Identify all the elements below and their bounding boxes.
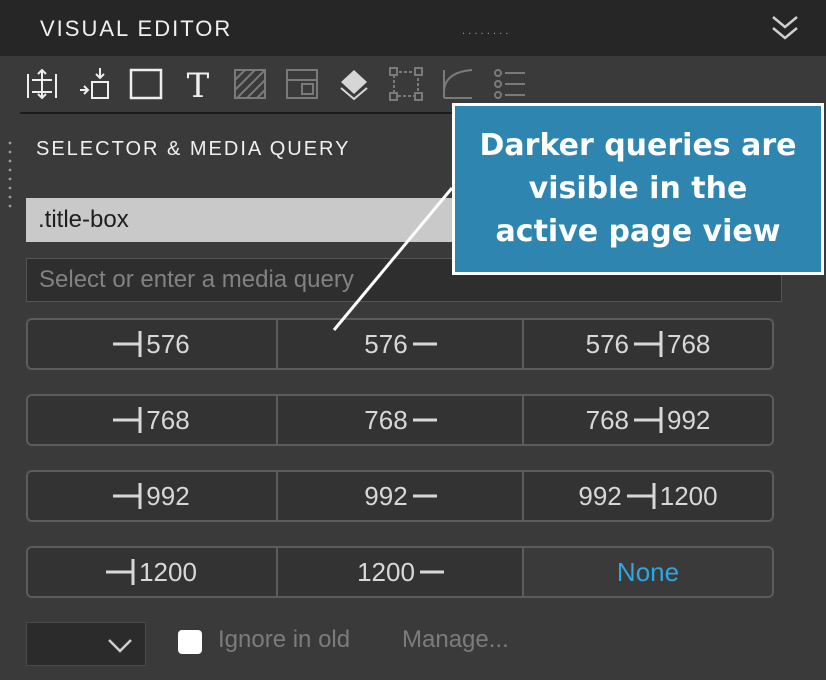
query-row: 576 576 576 768 [26,318,774,370]
range-query-button[interactable]: 992 1200 [524,472,772,520]
query-row: 992 992 992 1200 [26,470,774,522]
callout-text: Darker queries are visible in the active… [479,128,797,249]
query-value: 768 [146,404,190,435]
callout-tooltip: Darker queries are visible in the active… [452,103,824,275]
range-query-button[interactable]: 768 992 [524,396,772,444]
property-toolbar: T [20,60,525,114]
max-width-query-button[interactable]: 992 [28,472,278,520]
selector-input[interactable] [26,198,456,242]
query-value: 768 [667,328,711,359]
border-icon[interactable] [388,66,424,102]
query-value: 576 [364,328,408,359]
max-width-query-button[interactable]: 768 [28,396,278,444]
min-width-icon [412,418,437,422]
query-row: 768 768 768 992 [26,394,774,446]
query-value: 768 [364,404,408,435]
min-width-query-button[interactable]: 1200 [278,548,524,596]
range-icon [634,407,663,433]
query-value: 1200 [139,556,197,587]
query-value: 992 [364,480,408,511]
box-icon[interactable] [128,66,164,102]
min-width-icon [419,570,444,574]
none-label: None [616,556,680,587]
layout-icon[interactable] [284,66,320,102]
query-options-dropdown[interactable] [26,622,146,666]
max-width-query-button[interactable]: 1200 [28,548,278,596]
max-width-query-button[interactable]: 576 [28,320,278,368]
query-row: 1200 1200 None [26,546,774,598]
spacing-icon[interactable] [24,66,60,102]
min-width-query-button[interactable]: 576 [278,320,524,368]
query-value: 576 [146,328,190,359]
min-width-query-button[interactable]: 992 [278,472,524,520]
ignore-checkbox[interactable] [178,630,202,654]
query-value: 992 [578,480,622,511]
manage-link[interactable]: Manage... [402,626,509,654]
query-value: 1200 [357,556,415,587]
sidebar-grip-icon[interactable] [8,140,12,210]
min-width-query-button[interactable]: 768 [278,396,524,444]
list-icon[interactable] [492,66,528,102]
query-value: 992 [667,404,711,435]
no-media-query-button[interactable]: None [524,548,772,596]
background-icon[interactable] [232,66,268,102]
position-icon[interactable] [78,66,114,102]
svg-text:T: T [187,66,210,102]
collapse-chevron-icon[interactable] [770,12,800,44]
range-icon [626,483,656,509]
text-icon[interactable]: T [180,66,216,102]
chevron-down-icon [108,639,132,653]
color-fill-icon[interactable] [336,66,372,102]
drag-handle[interactable]: ........ [462,26,511,37]
query-value: 1200 [659,480,718,511]
panel-titlebar: VISUAL EDITOR ........ [0,0,826,56]
range-query-button[interactable]: 576 768 [524,320,772,368]
panel-title: VISUAL EDITOR [40,16,233,41]
section-title: SELECTOR & MEDIA QUERY [36,138,351,160]
query-value: 768 [585,404,629,435]
max-width-icon [113,331,142,357]
ignore-label: Ignore in old [218,626,351,653]
radius-icon[interactable] [440,66,476,102]
min-width-icon [412,342,437,346]
max-width-icon [113,407,142,433]
max-width-icon [106,559,135,585]
range-icon [634,331,663,357]
min-width-icon [412,494,437,498]
max-width-icon [113,483,142,509]
query-value: 576 [585,328,629,359]
query-value: 992 [146,480,190,511]
